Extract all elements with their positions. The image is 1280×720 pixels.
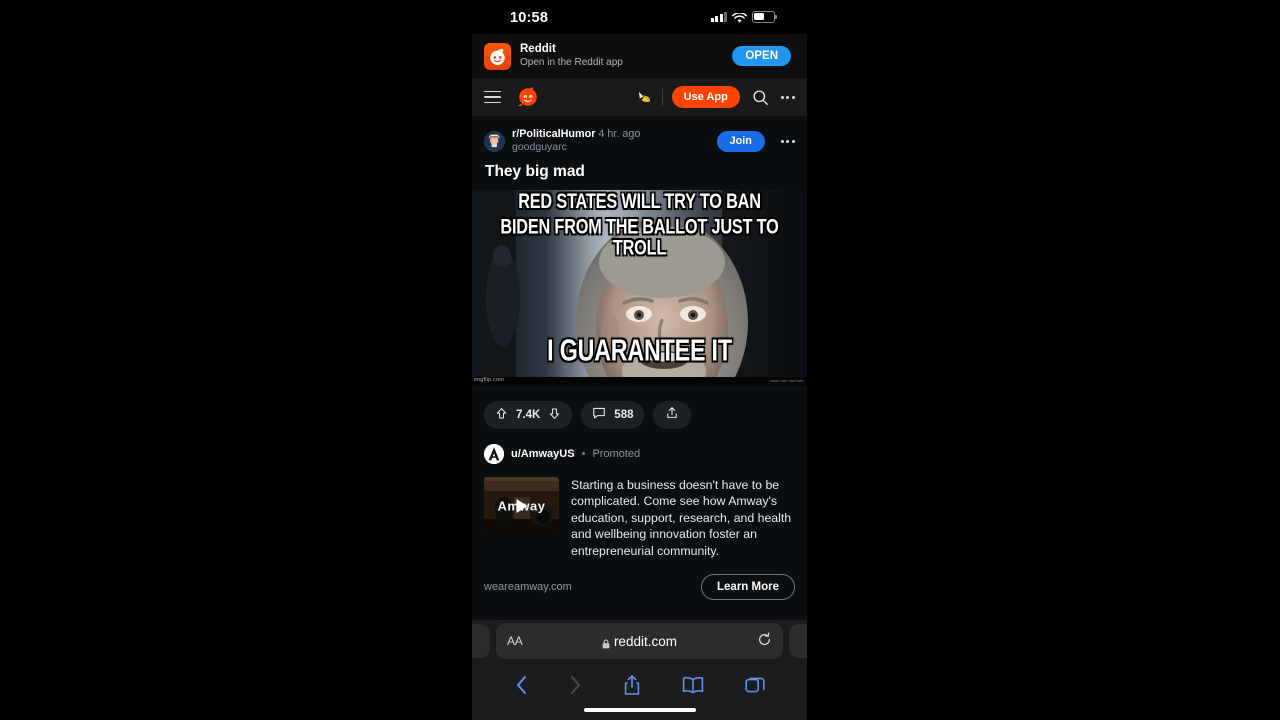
downvote-arrow-icon[interactable]	[548, 407, 561, 423]
app-banner-title: Reddit	[520, 43, 556, 56]
post-meta: r/PoliticalHumor 4 hr. ago goodguyarc	[512, 128, 710, 155]
promoted-ad: u/AmwayUS • Promoted Amway Starting a bu…	[472, 441, 807, 614]
meme-watermark: imgflip.com	[474, 376, 505, 383]
cellular-signal-icon	[710, 11, 727, 23]
safari-bottom-bar: AA reddit.com	[472, 620, 807, 720]
url-display[interactable]: reddit.com	[522, 634, 757, 649]
back-chevron-icon[interactable]	[515, 675, 528, 695]
meme-watermark-right: made with mematic	[769, 377, 804, 383]
url-text: reddit.com	[613, 633, 677, 649]
amway-video-thumbnail[interactable]: Amway	[484, 476, 559, 535]
join-button[interactable]: Join	[716, 130, 765, 152]
meme-top-line2: BIDEN FROM THE BALLOT JUST TO TROLL	[500, 213, 779, 259]
promoted-ad-header: u/AmwayUS • Promoted	[484, 443, 795, 464]
amway-avatar[interactable]	[484, 443, 504, 464]
phone-viewport: 10:58 Reddit Open in the Reddit app OPEN…	[472, 0, 807, 720]
home-indicator	[583, 708, 696, 712]
lock-icon	[602, 636, 610, 649]
learn-more-button[interactable]: Learn More	[701, 573, 795, 600]
status-bar-indicators	[710, 11, 778, 23]
play-icon[interactable]	[516, 498, 527, 513]
status-bar-time: 10:58	[510, 10, 549, 26]
post-overflow-icon[interactable]	[780, 139, 795, 143]
forward-chevron-icon	[569, 675, 582, 695]
use-app-button[interactable]: Use App	[671, 86, 740, 108]
share-icon[interactable]	[623, 674, 641, 696]
post-image[interactable]: RED STATES WILL TRY TO BAN BIDEN FROM TH…	[472, 189, 807, 386]
promoted-label: Promoted	[592, 447, 641, 460]
open-app-button[interactable]: OPEN	[732, 46, 791, 66]
post-subreddit-line: r/PoliticalHumor 4 hr. ago	[512, 128, 710, 141]
url-bar[interactable]: AA reddit.com	[496, 623, 783, 659]
safari-url-row: AA reddit.com	[472, 620, 807, 662]
header-divider	[661, 88, 663, 106]
app-banner-text: Reddit Open in the Reddit app	[520, 43, 723, 69]
feed: r/PoliticalHumor 4 hr. ago goodguyarc Joi…	[472, 116, 807, 643]
post-author[interactable]: goodguyarc	[512, 141, 710, 154]
promoted-separator: •	[581, 447, 586, 460]
reddit-site-header: Use App	[472, 78, 807, 116]
safari-toolbar	[472, 662, 807, 708]
upvote-arrow-icon[interactable]	[495, 407, 508, 423]
next-tab-peek[interactable]	[789, 624, 807, 658]
post-age: 4 hr. ago	[598, 128, 641, 140]
overflow-menu-icon[interactable]	[780, 95, 795, 99]
post-action-bar: 7.4K 588	[472, 385, 807, 442]
search-icon[interactable]	[752, 89, 769, 106]
tabs-icon[interactable]	[744, 675, 765, 695]
screenshot-stage: 10:58 Reddit Open in the Reddit app OPEN…	[0, 0, 1280, 720]
promoted-ad-footer: weareamway.com Learn More	[484, 573, 795, 614]
comments-pill[interactable]: 588	[581, 400, 645, 429]
wifi-icon	[732, 11, 747, 23]
text-size-button[interactable]: AA	[507, 634, 523, 648]
vote-score: 7.4K	[516, 408, 541, 421]
smart-app-banner: Reddit Open in the Reddit app OPEN	[472, 34, 807, 78]
app-banner-subtitle: Open in the Reddit app	[520, 57, 623, 69]
meme-bottom-strip	[472, 376, 807, 386]
comment-bubble-icon	[592, 406, 606, 423]
banana-peel-icon[interactable]	[635, 89, 654, 106]
meme-bottom-text: I GUARANTEE IT	[547, 333, 732, 368]
book-icon[interactable]	[682, 676, 704, 694]
reddit-app-icon	[484, 42, 511, 70]
promoted-account[interactable]: u/AmwayUS	[511, 448, 575, 460]
comment-count: 588	[614, 408, 634, 421]
ios-status-bar: 10:58	[472, 0, 807, 34]
promoted-ad-body: Amway Starting a business doesn't have t…	[484, 476, 795, 560]
post-header: r/PoliticalHumor 4 hr. ago goodguyarc Joi…	[484, 128, 795, 155]
post-title[interactable]: They big mad	[485, 163, 795, 181]
subreddit-avatar[interactable]	[484, 130, 505, 152]
reddit-logo-icon[interactable]	[517, 86, 539, 108]
subreddit-name[interactable]: r/PoliticalHumor	[512, 128, 595, 140]
hamburger-menu-icon[interactable]	[484, 90, 501, 104]
vote-pill[interactable]: 7.4K	[484, 400, 573, 429]
battery-icon	[752, 11, 778, 23]
reload-icon[interactable]	[757, 632, 772, 650]
meme-top-text: RED STATES WILL TRY TO BAN BIDEN FROM TH…	[484, 189, 796, 259]
meme-top-line1: RED STATES WILL TRY TO BAN	[518, 189, 761, 213]
promoted-url[interactable]: weareamway.com	[484, 581, 572, 593]
post-card: r/PoliticalHumor 4 hr. ago goodguyarc Joi…	[472, 116, 807, 181]
share-pill[interactable]	[653, 400, 692, 429]
previous-tab-peek[interactable]	[472, 624, 490, 658]
share-icon	[665, 406, 679, 423]
promoted-ad-text: Starting a business doesn't have to be c…	[571, 477, 792, 558]
